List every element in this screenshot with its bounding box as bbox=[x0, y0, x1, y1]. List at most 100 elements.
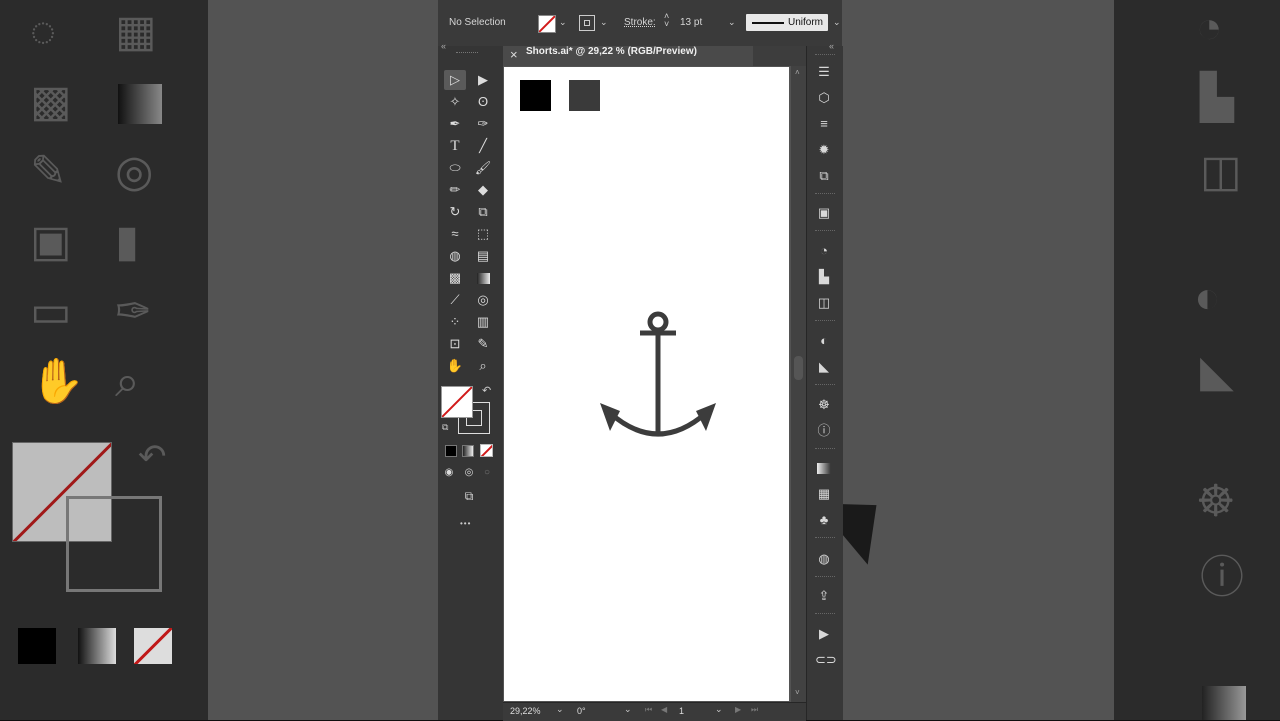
align-icon[interactable]: ▙ bbox=[815, 268, 833, 286]
free-transform-tool-icon[interactable]: ⬚ bbox=[472, 224, 494, 244]
pathfinder-icon[interactable]: ◫ bbox=[815, 294, 833, 312]
symbols-helm-icon[interactable]: ☸ bbox=[815, 396, 833, 414]
previous-artboard-icon[interactable]: ◀ bbox=[661, 705, 667, 714]
swatches-icon[interactable]: ▦ bbox=[815, 485, 833, 503]
panel-divider bbox=[815, 537, 835, 540]
scale-tool-icon[interactable]: ⧉ bbox=[472, 202, 494, 222]
perspective-grid-tool-icon[interactable]: ▤ bbox=[472, 246, 494, 266]
color-icon[interactable]: ◐ bbox=[815, 332, 833, 350]
lasso-tool-icon[interactable]: ʘ bbox=[472, 92, 494, 112]
mesh-tool-icon[interactable]: ▩ bbox=[444, 268, 466, 288]
rotation-chevron-down-icon[interactable]: ⌄ bbox=[624, 704, 632, 715]
scroll-up-arrow-icon[interactable]: ˄ bbox=[795, 68, 800, 77]
curvature-tool-icon[interactable]: ✑ bbox=[472, 114, 494, 134]
tools-panel: « ▷ ▶ ✧ ʘ ✒ ✑ T ╱ ⬭ 🖌 ✏ ◆ ↻ ⧉ ≈ ⬚ ◍ ▤ ▩ … bbox=[438, 41, 504, 720]
stroke-profile-dropdown[interactable]: Uniform bbox=[746, 14, 828, 31]
stroke-weight-chevron-down-icon[interactable]: ⌄ bbox=[728, 17, 736, 28]
gradient-panel-icon[interactable] bbox=[815, 459, 833, 477]
eraser-tool-icon[interactable]: ◆ bbox=[472, 180, 494, 200]
next-artboard-icon[interactable]: ▶ bbox=[735, 705, 741, 714]
direct-selection-tool-icon[interactable]: ▶ bbox=[472, 70, 494, 90]
collapse-panel-icon[interactable]: « bbox=[441, 41, 446, 51]
shape-builder-tool-icon[interactable]: ◍ bbox=[444, 246, 466, 266]
fill-swatch[interactable] bbox=[441, 386, 473, 418]
selection-tool-icon[interactable]: ▷ bbox=[444, 70, 466, 90]
edit-toolbar-icon[interactable]: ••• bbox=[460, 519, 471, 528]
stroke-weight-field[interactable]: 13 pt bbox=[680, 17, 702, 28]
document-tab[interactable]: × Shorts.ai* @ 29,22 % (RGB/Preview) bbox=[503, 46, 753, 66]
black-swatch-square[interactable] bbox=[520, 80, 551, 111]
eyedropper-tool-icon[interactable]: ⟋ bbox=[444, 290, 466, 310]
anchor-artwork[interactable] bbox=[596, 307, 720, 441]
scroll-down-arrow-icon[interactable]: ˅ bbox=[795, 688, 800, 697]
stroke-label[interactable]: Stroke: bbox=[624, 17, 656, 28]
artboard[interactable] bbox=[504, 67, 789, 701]
layers-icon[interactable]: ≡ bbox=[815, 115, 833, 133]
screen-mode-icon[interactable]: ⧉ bbox=[458, 486, 480, 506]
blurred-shape-builder-icon: ◌ bbox=[30, 7, 57, 56]
panel-divider bbox=[815, 320, 835, 323]
stroke-chevron-down-icon[interactable]: ⌄ bbox=[600, 17, 608, 28]
zoom-chevron-down-icon[interactable]: ⌄ bbox=[556, 704, 564, 715]
asset-export-icon[interactable]: ⇪ bbox=[815, 587, 833, 605]
stroke-weight-stepper-icon[interactable]: ˄ ˅ bbox=[664, 12, 669, 29]
type-tool-icon[interactable]: T bbox=[444, 136, 466, 156]
last-artboard-icon[interactable]: ⏭ bbox=[751, 705, 758, 715]
fill-color-button[interactable] bbox=[538, 15, 556, 33]
transform-icon[interactable]: ⧉ bbox=[815, 167, 833, 185]
hand-tool-icon[interactable]: ✋ bbox=[444, 356, 466, 376]
symbols-club-icon[interactable]: ♣ bbox=[815, 511, 833, 529]
color-mode-button[interactable] bbox=[445, 445, 457, 457]
actions-play-icon[interactable]: ▶ bbox=[815, 625, 833, 643]
3d-icon[interactable]: ⬡ bbox=[815, 89, 833, 107]
symbol-sprayer-tool-icon[interactable]: ⁘ bbox=[444, 312, 466, 332]
gradient-mode-button[interactable] bbox=[462, 445, 474, 457]
zoom-level-field[interactable]: 29,22% bbox=[510, 706, 541, 716]
swap-fill-stroke-icon[interactable]: ↶ bbox=[482, 384, 491, 397]
pen-tool-icon[interactable]: ✒ bbox=[444, 114, 466, 134]
stroke-profile-line bbox=[752, 22, 784, 24]
blurred-none-swatch bbox=[134, 628, 172, 664]
panel-divider bbox=[815, 576, 835, 579]
support-icon[interactable]: ◔ bbox=[815, 242, 833, 260]
magic-wand-tool-icon[interactable]: ✧ bbox=[444, 92, 466, 112]
close-tab-icon[interactable]: × bbox=[510, 47, 518, 62]
rotation-field[interactable]: 0° bbox=[577, 706, 586, 716]
vertical-scrollbar[interactable]: ˄ ˅ bbox=[791, 66, 806, 702]
draw-inside-icon[interactable]: ○ bbox=[476, 463, 498, 483]
ellipse-tool-icon[interactable]: ⬭ bbox=[444, 158, 466, 178]
dark-gray-swatch-square[interactable] bbox=[569, 80, 600, 111]
expand-panels-icon[interactable]: « bbox=[829, 41, 834, 51]
blurred-gradient-swatch bbox=[78, 628, 116, 664]
fill-chevron-down-icon[interactable]: ⌄ bbox=[559, 17, 567, 28]
zoom-tool-icon[interactable]: ⌕ bbox=[472, 356, 494, 376]
default-fill-stroke-icon[interactable]: ⧉ bbox=[442, 422, 448, 433]
line-segment-tool-icon[interactable]: ╱ bbox=[472, 136, 494, 156]
column-graph-tool-icon[interactable]: ▥ bbox=[472, 312, 494, 332]
canvas-area[interactable]: ˄ ˅ bbox=[503, 66, 806, 702]
width-tool-icon[interactable]: ≈ bbox=[444, 224, 466, 244]
info-icon[interactable]: ⓘ bbox=[815, 422, 833, 440]
panel-divider bbox=[815, 193, 835, 196]
properties-icon[interactable]: ☰ bbox=[815, 63, 833, 81]
none-mode-button[interactable] bbox=[480, 444, 493, 457]
draw-normal-icon[interactable]: ◉ bbox=[438, 463, 460, 483]
artboard-chevron-down-icon[interactable]: ⌄ bbox=[715, 704, 723, 715]
pencil-tool-icon[interactable]: ✏ bbox=[444, 180, 466, 200]
first-artboard-icon[interactable]: ⏮ bbox=[645, 705, 652, 715]
color-guide-icon[interactable]: ◣ bbox=[815, 358, 833, 376]
blend-tool-icon[interactable]: ◎ bbox=[472, 290, 494, 310]
stroke-profile-chevron-down-icon[interactable]: ⌄ bbox=[833, 17, 841, 28]
appearance-icon[interactable]: ✹ bbox=[815, 141, 833, 159]
gradient-tool-icon[interactable] bbox=[472, 268, 494, 288]
stroke-color-button[interactable] bbox=[579, 15, 595, 31]
paintbrush-tool-icon[interactable]: 🖌 bbox=[472, 158, 494, 178]
libraries-icon[interactable]: ▣ bbox=[815, 204, 833, 222]
artboard-number-field[interactable]: 1 bbox=[679, 706, 684, 716]
transparency-icon[interactable]: ◍ bbox=[815, 550, 833, 568]
artboard-tool-icon[interactable]: ⊡ bbox=[444, 334, 466, 354]
rotate-tool-icon[interactable]: ↻ bbox=[444, 202, 466, 222]
scroll-thumb[interactable] bbox=[794, 356, 803, 380]
slice-tool-icon[interactable]: ✎ bbox=[472, 334, 494, 354]
links-icon[interactable]: ⊂⊃ bbox=[815, 651, 837, 669]
